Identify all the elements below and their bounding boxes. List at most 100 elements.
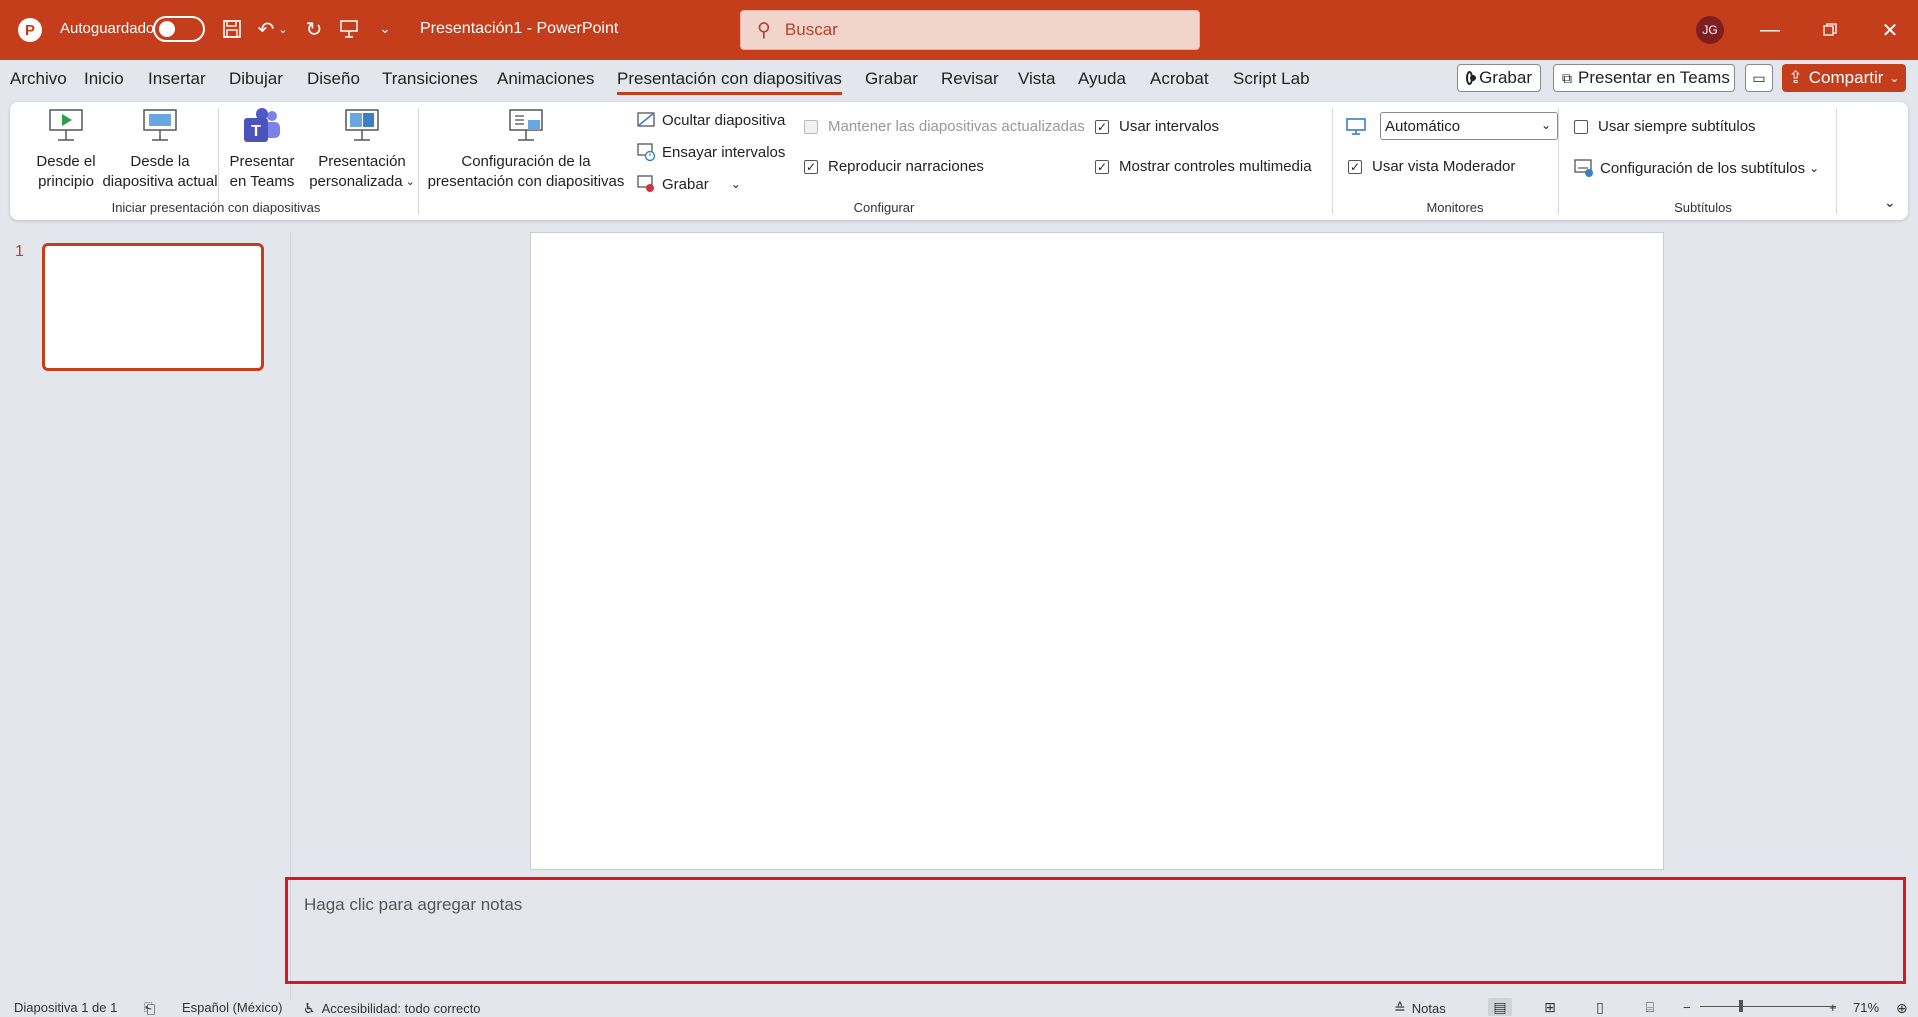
customize-qat-icon[interactable]: ⌄ [372,16,398,42]
use-timings-checkbox[interactable]: ✓ Usar intervalos [1095,118,1219,135]
save-icon[interactable] [219,16,245,42]
zoom-slider-thumb[interactable] [1739,1000,1743,1012]
slide-thumbnail[interactable] [42,243,264,371]
checkbox-checked-icon: ✓ [804,159,818,174]
accessibility-label: Accesibilidad: todo correcto [321,1001,481,1016]
tab-revisar[interactable]: Revisar [941,69,999,89]
from-beginning-line1: Desde el [36,153,96,170]
chevron-down-icon: ⌄ [1540,118,1551,132]
tab-vista[interactable]: Vista [1018,69,1056,89]
from-beginning-line2: principio [38,173,94,190]
presenter-view-label: Usar vista Moderador [1372,158,1516,175]
toggle-knob [159,21,175,37]
zoom-out-button[interactable]: − [1683,1000,1691,1015]
subtitle-settings-button[interactable]: Configuración de los subtítulos ⌄ [1574,158,1819,178]
tab-acrobat[interactable]: Acrobat [1150,69,1209,89]
language-indicator[interactable]: Español (México) [182,1000,282,1015]
tab-diseno[interactable]: Diseño [307,69,360,89]
hide-slide-icon [637,112,655,127]
separator [1558,108,1559,214]
spelling-icon[interactable]: ⎗ [144,1000,161,1017]
reading-view-icon[interactable]: ▯ [1588,998,1612,1016]
setup-group-label: Configurar [853,200,915,215]
tab-presentacion-con-diapositivas[interactable]: Presentación con diapositivas [617,69,842,95]
keep-slides-updated-checkbox[interactable]: Mantener las diapositivas actualizadas [804,118,1085,135]
slide-canvas[interactable] [530,232,1664,870]
rehearse-timings-button[interactable]: Ensayar intervalos [636,142,785,162]
powerpoint-logo-icon: P [18,18,42,42]
checkbox-box [804,119,818,134]
status-bar [0,995,1918,1017]
notes-pane[interactable] [285,877,1906,984]
tab-insertar[interactable]: Insertar [148,69,206,89]
restore-icon[interactable] [1814,14,1846,46]
record-slide-show-button[interactable]: Grabar ⌄ [636,174,741,194]
language-label: Español (México) [182,1000,283,1015]
fit-to-window-icon[interactable]: ⊕ [1896,1000,1914,1017]
separator [218,108,219,214]
tab-ayuda[interactable]: Ayuda [1078,69,1126,89]
present-in-teams-button[interactable]: ⧉ Presentar en Teams [1553,64,1735,92]
close-icon[interactable]: ✕ [1874,14,1906,46]
search-placeholder: Buscar [784,20,838,39]
comments-button[interactable]: ▭ [1745,64,1773,92]
slide-number: 1 [15,243,24,260]
presenter-view-checkbox[interactable]: ✓ Usar vista Moderador [1348,158,1515,175]
checkbox-box [1574,119,1588,134]
present-from-start-qat-icon[interactable] [336,16,362,42]
tab-archivo[interactable]: Archivo [10,69,67,89]
teams-icon: ⧉ [1562,69,1572,86]
zoom-slider[interactable] [1700,1006,1836,1007]
tab-script-lab[interactable]: Script Lab [1233,69,1310,89]
present-in-teams-ribbon-button[interactable]: T Presentar en Teams [222,106,302,192]
minimize-icon[interactable]: — [1754,14,1786,46]
notes-icon: ≙ [1394,1000,1406,1016]
always-use-subtitles-checkbox[interactable]: Usar siempre subtítulos [1574,118,1756,135]
share-button[interactable]: ⇪ Compartir ⌄ [1782,64,1906,92]
checkbox-checked-icon: ✓ [1348,159,1362,174]
monitor-select[interactable]: Automático ⌄ [1380,112,1558,140]
normal-view-icon[interactable]: ▤ [1488,998,1512,1016]
collapse-ribbon-icon[interactable]: ⌄ [1884,194,1896,211]
show-media-controls-checkbox[interactable]: ✓ Mostrar controles multimedia [1095,158,1312,175]
monitors-group-label: Monitores [1426,200,1484,215]
always-use-subtitles-label: Usar siempre subtítulos [1598,118,1756,135]
record-icon [1466,71,1476,85]
slide-counter[interactable]: Diapositiva 1 de 1 [14,1000,117,1015]
search-input[interactable]: ⚲ Buscar [740,10,1200,50]
avatar[interactable]: JG [1696,16,1724,44]
zoom-in-button[interactable]: + [1829,1000,1837,1015]
chevron-down-icon: ⌄ [1809,161,1820,175]
tab-animaciones[interactable]: Animaciones [497,69,594,89]
separator [1332,108,1333,214]
custom-slide-show-button[interactable]: Presentación personalizada ⌄ [304,106,420,192]
tab-inicio[interactable]: Inicio [84,69,124,89]
rehearse-timings-icon [637,143,656,162]
start-group-label: Iniciar presentación con diapositivas [111,200,321,215]
from-current-line2: diapositiva actual [102,173,218,190]
from-beginning-icon [49,109,83,141]
tab-dibujar[interactable]: Dibujar [229,69,283,89]
zoom-level[interactable]: 71% [1853,1000,1879,1015]
tab-transiciones[interactable]: Transiciones [382,69,478,89]
show-media-controls-label: Mostrar controles multimedia [1119,158,1312,175]
setup-slide-show-button[interactable]: Configuración de la presentación con dia… [426,106,626,192]
tab-grabar[interactable]: Grabar [865,69,918,89]
subtitle-settings-label: Configuración de los subtítulos [1600,159,1806,177]
record-slide-show-label: Grabar [662,175,709,193]
record-button[interactable]: Grabar [1457,64,1541,92]
zoom-out-label: − [1683,1000,1691,1015]
rehearse-timings-label: Ensayar intervalos [662,143,786,161]
from-current-slide-button[interactable]: Desde la diapositiva actual [92,106,228,192]
notes-toggle-button[interactable]: ≙ Notas [1394,1000,1446,1017]
undo-dropdown-icon[interactable]: ⌄ [276,16,290,42]
share-chevron-icon: ⌄ [1889,71,1900,85]
hide-slide-button[interactable]: Ocultar diapositiva [636,110,785,130]
play-narrations-checkbox[interactable]: ✓ Reproducir narraciones [804,158,984,175]
autosave-toggle[interactable] [153,16,205,42]
play-narrations-label: Reproducir narraciones [828,158,984,175]
slide-sorter-view-icon[interactable]: ⊞ [1538,998,1562,1016]
accessibility-indicator[interactable]: ♿ Accesibilidad: todo correcto [303,1000,481,1017]
redo-icon[interactable]: ↻ [301,16,327,42]
slide-show-view-icon[interactable]: ⌸ [1638,998,1662,1016]
